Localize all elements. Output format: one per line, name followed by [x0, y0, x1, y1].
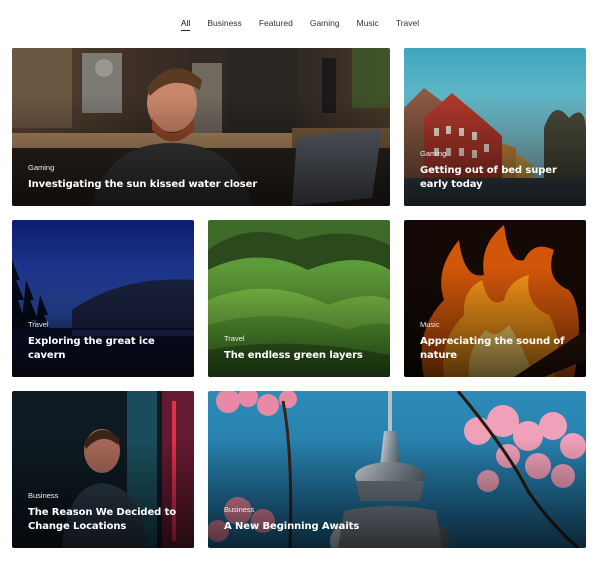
post-card[interactable]: Gaming Getting out of bed super early to…	[404, 48, 586, 206]
post-title[interactable]: The Reason We Decided to Change Location…	[28, 506, 182, 534]
post-category[interactable]: Travel	[28, 320, 182, 329]
post-title[interactable]: Investigating the sun kissed water close…	[28, 178, 378, 192]
post-category[interactable]: Business	[224, 505, 574, 514]
post-title[interactable]: Appreciating the sound of nature	[420, 335, 574, 363]
post-card[interactable]: Travel The endless green layers	[208, 220, 390, 377]
post-meta: Business A New Beginning Awaits	[224, 505, 574, 534]
post-category[interactable]: Business	[28, 491, 182, 500]
post-card[interactable]: Gaming Investigating the sun kissed wate…	[12, 48, 390, 206]
post-meta: Gaming Investigating the sun kissed wate…	[28, 163, 378, 192]
post-card[interactable]: Music Appreciating the sound of nature	[404, 220, 586, 377]
post-meta: Travel Exploring the great ice cavern	[28, 320, 182, 363]
post-meta: Gaming Getting out of bed super early to…	[420, 149, 574, 192]
post-meta: Business The Reason We Decided to Change…	[28, 491, 182, 534]
post-category[interactable]: Music	[420, 320, 574, 329]
post-card[interactable]: Business A New Beginning Awaits	[208, 391, 586, 548]
post-title[interactable]: Exploring the great ice cavern	[28, 335, 182, 363]
post-card[interactable]: Business The Reason We Decided to Change…	[12, 391, 194, 548]
post-category[interactable]: Gaming	[420, 149, 574, 158]
post-category[interactable]: Gaming	[28, 163, 378, 172]
post-meta: Music Appreciating the sound of nature	[420, 320, 574, 363]
post-title[interactable]: A New Beginning Awaits	[224, 520, 574, 534]
post-title[interactable]: Getting out of bed super early today	[420, 164, 574, 192]
post-category[interactable]: Travel	[224, 334, 378, 343]
post-title[interactable]: The endless green layers	[224, 349, 378, 363]
post-meta: Travel The endless green layers	[224, 334, 378, 363]
post-card[interactable]: Travel Exploring the great ice cavern	[12, 220, 194, 377]
post-grid: Gaming Investigating the sun kissed wate…	[0, 0, 600, 562]
